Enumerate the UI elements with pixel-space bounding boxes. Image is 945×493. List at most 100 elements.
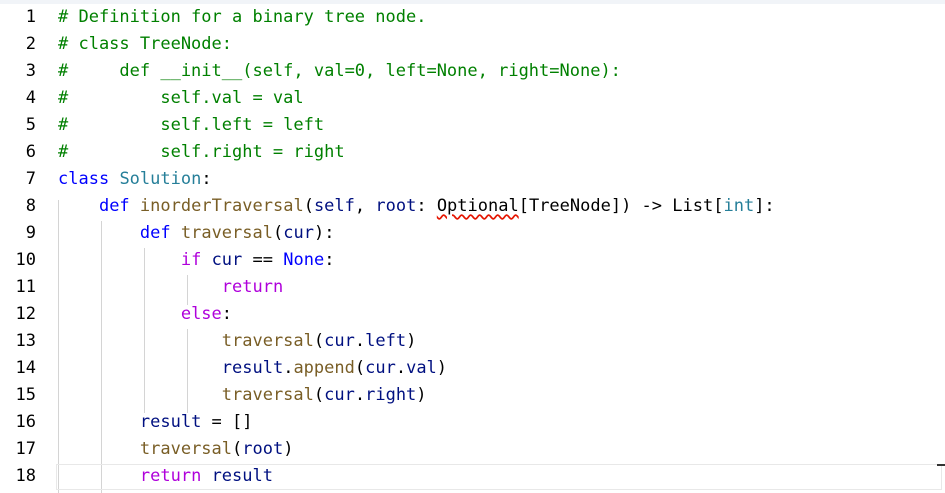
- type-name: TreeNode: [528, 196, 611, 216]
- line-number: 3: [25, 61, 36, 81]
- variable: result: [221, 358, 284, 378]
- variable: result: [211, 466, 273, 486]
- punctuation: ): [416, 385, 427, 405]
- code-line[interactable]: 17 traversal(root): [0, 436, 945, 463]
- code-line[interactable]: 10 if cur == None:: [0, 247, 945, 274]
- line-content[interactable]: else:: [58, 303, 232, 325]
- line-content[interactable]: return result: [58, 465, 273, 487]
- operator: ==: [242, 250, 284, 270]
- line-number: 9: [25, 223, 36, 243]
- line-content[interactable]: # self.val = val: [58, 87, 304, 109]
- line-number: 14: [15, 358, 36, 378]
- line-content[interactable]: # self.left = left: [58, 114, 324, 136]
- line-content[interactable]: # def __init__(self, val=0, left=None, r…: [58, 60, 621, 82]
- code-line[interactable]: 9 def traversal(cur):: [0, 220, 945, 247]
- comment: # class TreeNode:: [58, 34, 232, 54]
- code-line[interactable]: 15 traversal(cur.right): [0, 382, 945, 409]
- function-call: traversal: [221, 331, 314, 351]
- code-line[interactable]: 14 result.append(cur.val): [0, 355, 945, 382]
- punctuation: ):: [313, 223, 335, 243]
- punctuation: [: [518, 196, 529, 216]
- punctuation: (: [303, 196, 314, 216]
- line-content[interactable]: result = []: [58, 411, 253, 433]
- variable: cur: [365, 358, 396, 378]
- line-number: 18: [15, 466, 36, 486]
- punctuation: ): [283, 439, 294, 459]
- line-number: 16: [15, 412, 36, 432]
- comment: # Definition for a binary tree node.: [58, 7, 427, 27]
- keyword-if: if: [180, 250, 202, 270]
- punctuation: (: [354, 358, 366, 378]
- code-line[interactable]: 3 # def __init__(self, val=0, left=None,…: [0, 58, 945, 85]
- code-line-current[interactable]: 18 return result: [0, 463, 945, 490]
- line-number: 5: [25, 115, 36, 135]
- line-content[interactable]: # self.right = right: [58, 141, 345, 163]
- parameter: cur: [283, 223, 314, 243]
- type-name: List: [672, 196, 714, 216]
- comment: # self.val = val: [58, 88, 304, 108]
- line-number: 10: [15, 250, 36, 270]
- punctuation: .: [354, 385, 366, 405]
- line-content[interactable]: # class TreeNode:: [58, 33, 232, 55]
- line-content[interactable]: # Definition for a binary tree node.: [58, 6, 426, 28]
- keyword-return: return: [139, 466, 202, 486]
- class-name: Solution: [119, 169, 202, 189]
- code-line[interactable]: 11 return: [0, 274, 945, 301]
- code-line[interactable]: 5 # self.left = left: [0, 112, 945, 139]
- code-line[interactable]: 8 def inorderTraversal(self, root: Optio…: [0, 193, 945, 220]
- operator: = []: [201, 412, 253, 432]
- line-number: 11: [15, 277, 36, 297]
- punctuation: (: [313, 385, 325, 405]
- code-line[interactable]: 6 # self.right = right: [0, 139, 945, 166]
- punctuation: (: [313, 331, 325, 351]
- keyword-def: def: [98, 196, 130, 216]
- constant: None: [283, 250, 325, 270]
- undefined-name-error[interactable]: Optional: [437, 196, 519, 216]
- attribute: left: [365, 331, 407, 351]
- code-line[interactable]: 16 result = []: [0, 409, 945, 436]
- punctuation: [: [713, 196, 724, 216]
- code-editor[interactable]: 1 # Definition for a binary tree node. 2…: [0, 0, 945, 493]
- attribute: right: [365, 385, 417, 405]
- variable: root: [242, 439, 284, 459]
- line-content[interactable]: return: [58, 276, 283, 298]
- line-content[interactable]: traversal(root): [58, 438, 294, 460]
- line-content[interactable]: traversal(cur.left): [58, 330, 417, 352]
- line-number: 2: [25, 34, 36, 54]
- keyword-else: else: [180, 304, 222, 324]
- line-content[interactable]: class Solution:: [58, 168, 212, 190]
- punctuation: :: [324, 250, 335, 270]
- punctuation: (: [272, 223, 284, 243]
- line-content[interactable]: result.append(cur.val): [58, 357, 447, 379]
- keyword-def: def: [139, 223, 171, 243]
- line-content[interactable]: traversal(cur.right): [58, 384, 427, 406]
- punctuation: (: [232, 439, 243, 459]
- line-number: 8: [25, 196, 36, 216]
- method-call: append: [293, 358, 355, 378]
- line-number: 13: [15, 331, 36, 351]
- punctuation: ]:: [754, 196, 775, 216]
- code-line[interactable]: 12 else:: [0, 301, 945, 328]
- code-line[interactable]: 1 # Definition for a binary tree node.: [0, 4, 945, 31]
- line-content[interactable]: def inorderTraversal(self, root: Optiona…: [58, 195, 775, 217]
- line-content[interactable]: def traversal(cur):: [58, 222, 335, 244]
- line-number: 15: [15, 385, 36, 405]
- attribute: val: [406, 358, 437, 378]
- code-line[interactable]: 13 traversal(cur.left): [0, 328, 945, 355]
- variable: cur: [324, 331, 355, 351]
- code-line[interactable]: 2 # class TreeNode:: [0, 31, 945, 58]
- code-line[interactable]: 7 class Solution:: [0, 166, 945, 193]
- code-line[interactable]: 4 # self.val = val: [0, 85, 945, 112]
- line-content[interactable]: if cur == None:: [58, 249, 335, 271]
- function-call: traversal: [221, 385, 314, 405]
